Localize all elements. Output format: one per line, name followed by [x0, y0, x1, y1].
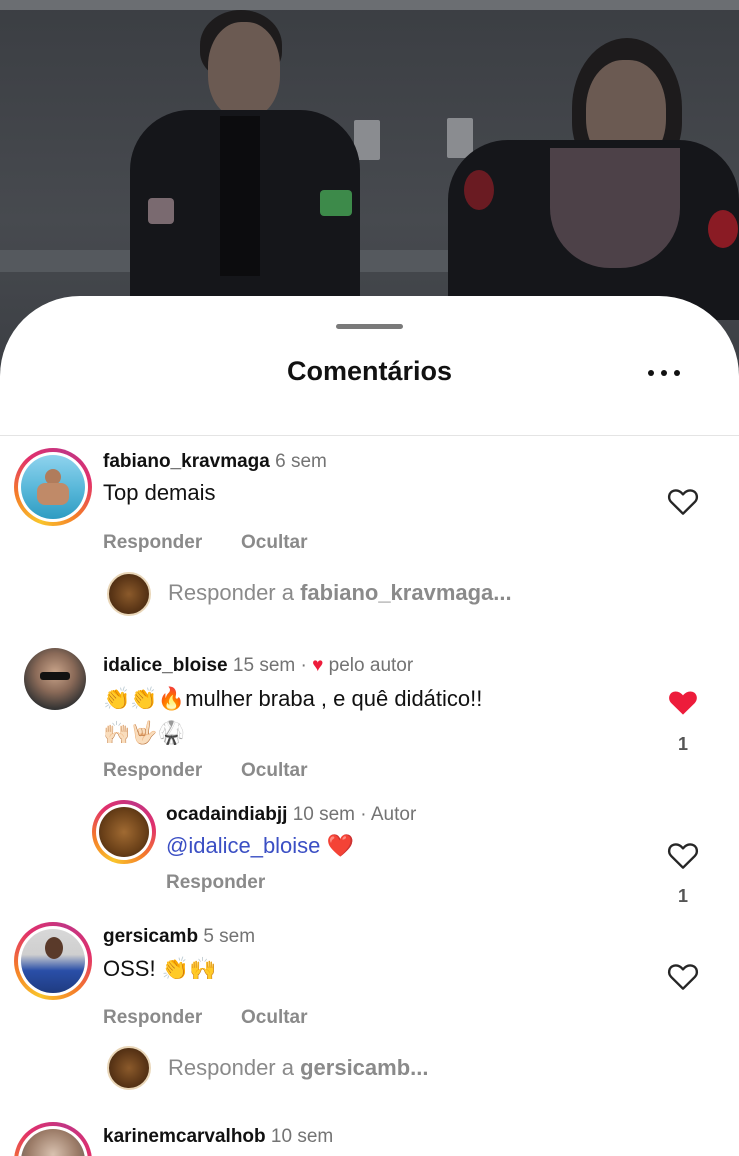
my-avatar [107, 1046, 151, 1090]
comment-text: @idalice_bloise ❤️ [166, 833, 354, 859]
hide-button[interactable]: Ocultar [241, 760, 308, 782]
author-badge: Autor [370, 804, 417, 825]
more-icon[interactable] [644, 362, 684, 382]
comment-username[interactable]: idalice_bloise 15 sem · ♥ pelo autor [103, 655, 413, 677]
comment-username[interactable]: fabiano_kravmaga 6 sem [103, 451, 327, 473]
comment-username[interactable]: ocadaindiabjj 10 sem · Autor [166, 804, 416, 826]
comment-text-emojis: 🙌🏻🤟🏻🥋 [103, 721, 186, 746]
reply-button[interactable]: Responder [103, 532, 202, 554]
avatar[interactable] [24, 648, 86, 710]
comment-time: 6 sem [275, 451, 327, 472]
person-right [440, 20, 739, 320]
divider [0, 435, 739, 436]
comment-time: 10 sem [270, 1126, 334, 1147]
hide-button[interactable]: Ocultar [241, 1007, 308, 1029]
comment-time: 15 sem [232, 655, 296, 676]
reply-button[interactable]: Responder [103, 760, 202, 782]
avatar[interactable] [14, 448, 92, 526]
comment-time: 5 sem [203, 926, 256, 947]
comment-username[interactable]: karinemcarvalhob 10 sem [103, 1126, 333, 1148]
liked-by-author-label: pelo autor [328, 655, 414, 676]
like-count: 1 [677, 886, 688, 906]
heart-outline-icon[interactable] [667, 961, 699, 991]
drag-handle[interactable] [336, 324, 403, 329]
reply-button[interactable]: Responder [103, 1007, 202, 1029]
comment-text: 👏👏🔥mulher braba , e quê didático!! [103, 686, 483, 712]
reply-button[interactable]: Responder [166, 872, 265, 894]
heart-filled-icon: ♥ [312, 655, 324, 676]
heart-filled-icon[interactable] [667, 687, 699, 717]
comment-text: OSS! 👏🙌 [103, 956, 217, 982]
mention-link[interactable]: @idalice_bloise [166, 833, 320, 858]
heart-outline-icon[interactable] [667, 840, 699, 870]
heart-outline-icon[interactable] [667, 486, 699, 516]
hide-button[interactable]: Ocultar [241, 532, 308, 554]
sheet-title: Comentários [286, 356, 453, 386]
avatar[interactable] [14, 922, 92, 1000]
avatar[interactable] [92, 800, 156, 864]
reply-prompt[interactable]: Responder a gersicamb... [168, 1055, 428, 1081]
comment-text: Top demais [103, 480, 216, 505]
comment-time: 10 sem [292, 804, 356, 825]
my-avatar [107, 572, 151, 616]
person-left [120, 0, 380, 310]
like-count: 1 [677, 734, 688, 754]
comment-username[interactable]: gersicamb 5 sem [103, 926, 255, 948]
reply-prompt[interactable]: Responder a fabiano_kravmaga... [168, 580, 512, 606]
